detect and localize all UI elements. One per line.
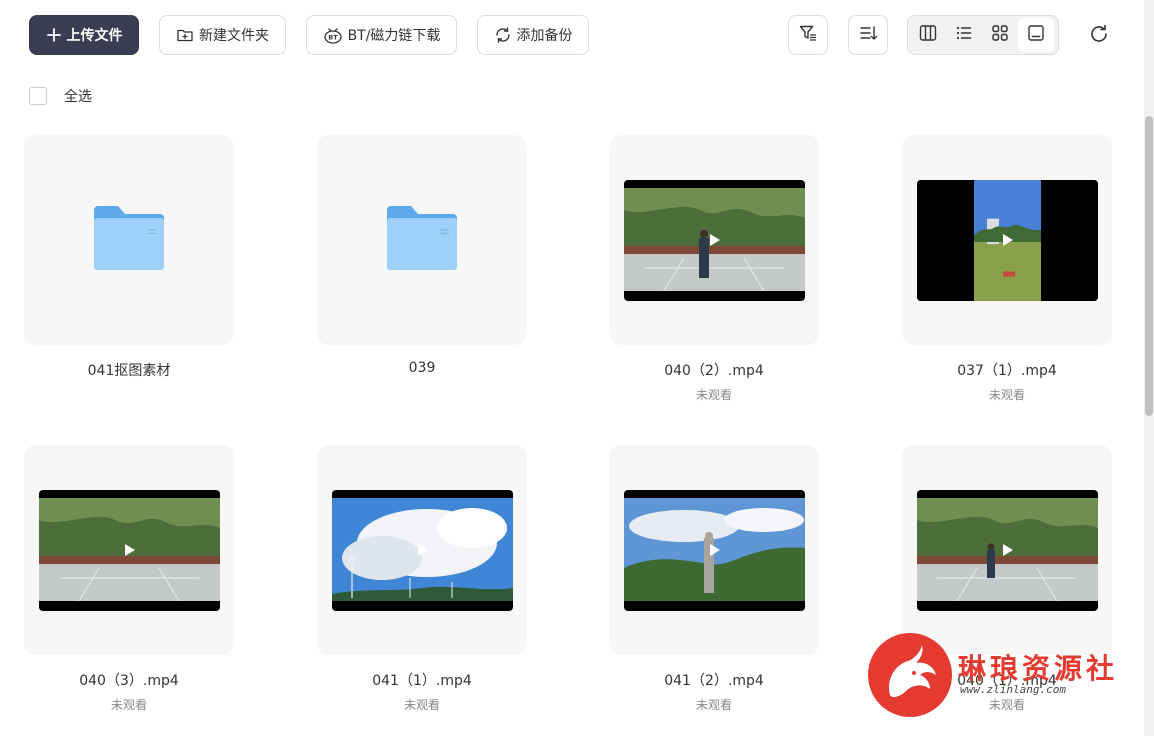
file-thumbnail[interactable] xyxy=(902,445,1112,655)
file-thumbnail[interactable] xyxy=(24,135,234,345)
sync-icon xyxy=(494,26,512,44)
single-view-button[interactable] xyxy=(1018,18,1054,52)
watch-status: 未观看 xyxy=(695,698,732,712)
file-thumbnail[interactable] xyxy=(24,445,234,655)
toolbar: 上传文件 新建文件夹 BT BT/磁力链下载 添加备份 xyxy=(0,0,1154,72)
video-thumbnail xyxy=(331,489,513,611)
folder-icon xyxy=(92,204,166,276)
file-thumbnail[interactable] xyxy=(317,445,527,655)
single-view-icon xyxy=(1026,23,1046,47)
column-view-button[interactable] xyxy=(910,18,946,52)
folder-plus-icon xyxy=(176,26,194,44)
file-card[interactable]: 040（2）.mp4 未观看 xyxy=(609,135,819,403)
file-thumbnail[interactable] xyxy=(317,135,527,345)
play-icon xyxy=(1003,234,1013,246)
upload-button[interactable]: 上传文件 xyxy=(29,15,139,55)
folder-icon xyxy=(385,204,459,276)
bt-download-button[interactable]: BT BT/磁力链下载 xyxy=(306,15,457,55)
view-mode-group xyxy=(907,15,1059,55)
bt-download-label: BT/磁力链下载 xyxy=(347,28,441,44)
video-thumbnail xyxy=(916,179,1098,301)
select-all[interactable]: 全选 xyxy=(29,86,92,106)
play-icon xyxy=(125,544,135,556)
file-thumbnail[interactable] xyxy=(609,445,819,655)
bt-icon: BT xyxy=(323,26,343,44)
file-name: 041抠图素材 xyxy=(87,363,171,379)
watch-status: 未观看 xyxy=(695,388,732,402)
select-all-checkbox[interactable] xyxy=(29,87,47,105)
watermark: 琳琅资源社 www.zlinlang.com xyxy=(868,633,1138,719)
add-backup-label: 添加备份 xyxy=(516,28,573,44)
file-thumbnail[interactable] xyxy=(609,135,819,345)
file-thumbnail[interactable] xyxy=(902,135,1112,345)
file-name: 041（1）.mp4 xyxy=(372,673,472,689)
grid-view-button[interactable] xyxy=(982,18,1018,52)
video-thumbnail xyxy=(623,179,805,301)
upload-label: 上传文件 xyxy=(66,28,123,44)
grid-view-icon xyxy=(990,23,1010,47)
play-icon xyxy=(1003,544,1013,556)
file-card[interactable]: 040（3）.mp4 未观看 xyxy=(24,445,234,713)
refresh-button[interactable] xyxy=(1085,22,1113,50)
column-view-icon xyxy=(918,23,938,47)
sort-icon xyxy=(858,23,878,47)
new-folder-label: 新建文件夹 xyxy=(199,28,269,44)
file-name: 041（2）.mp4 xyxy=(664,673,764,689)
watermark-url: www.zlinlang.com xyxy=(960,683,1066,696)
dragon-logo-icon xyxy=(868,633,952,717)
watch-status: 未观看 xyxy=(403,698,440,712)
plus-icon xyxy=(46,27,62,43)
refresh-icon xyxy=(1088,23,1110,49)
watermark-title: 琳琅资源社 xyxy=(958,652,1119,685)
filter-button[interactable] xyxy=(788,15,828,55)
add-backup-button[interactable]: 添加备份 xyxy=(477,15,589,55)
file-card[interactable]: 041（1）.mp4 未观看 xyxy=(317,445,527,713)
select-all-label: 全选 xyxy=(64,89,92,105)
new-folder-button[interactable]: 新建文件夹 xyxy=(159,15,286,55)
svg-text:BT: BT xyxy=(328,34,338,42)
file-card[interactable]: 041（2）.mp4 未观看 xyxy=(609,445,819,713)
video-thumbnail xyxy=(623,489,805,611)
file-card[interactable]: 041抠图素材 xyxy=(24,135,234,380)
list-view-icon xyxy=(954,23,974,47)
play-icon xyxy=(710,234,720,246)
play-icon xyxy=(710,544,720,556)
video-thumbnail xyxy=(38,489,220,611)
file-card[interactable]: 039 xyxy=(317,135,527,380)
video-thumbnail xyxy=(916,489,1098,611)
watch-status: 未观看 xyxy=(988,388,1025,402)
play-icon xyxy=(418,544,428,556)
file-name: 040（2）.mp4 xyxy=(664,363,764,379)
file-card[interactable]: 037（1）.mp4 未观看 xyxy=(902,135,1112,403)
list-view-button[interactable] xyxy=(946,18,982,52)
sort-button[interactable] xyxy=(848,15,888,55)
file-name: 039 xyxy=(408,360,436,376)
scrollbar-thumb[interactable] xyxy=(1145,116,1153,416)
filter-icon xyxy=(798,23,818,47)
file-name: 040（3）.mp4 xyxy=(79,673,179,689)
file-name: 037（1）.mp4 xyxy=(957,363,1057,379)
watch-status: 未观看 xyxy=(110,698,147,712)
